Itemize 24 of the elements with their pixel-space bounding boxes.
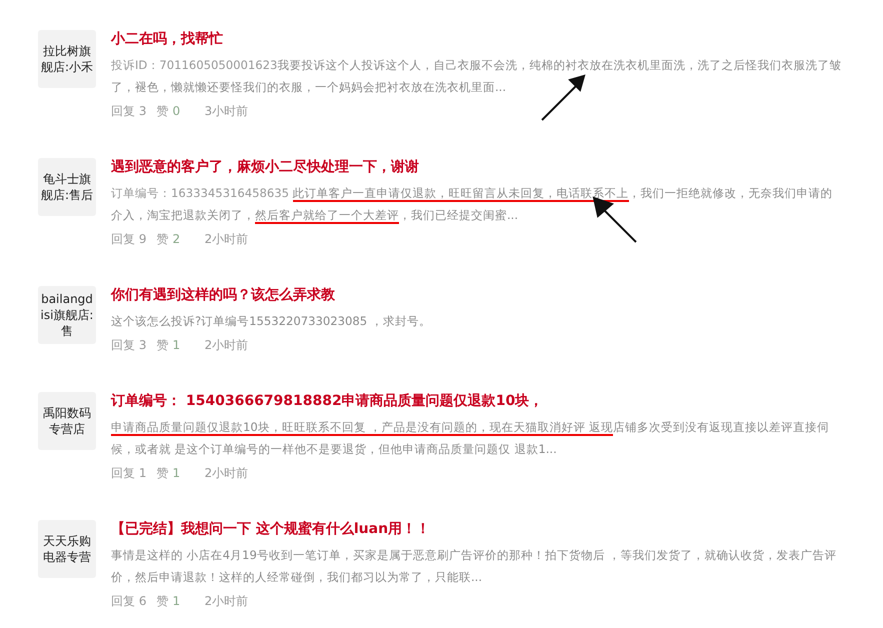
post-time: 2小时前 xyxy=(204,231,248,248)
post-time: 2小时前 xyxy=(204,337,248,354)
post-excerpt: 这个该怎么投诉?订单编号1553220733023085 ，求封号。 xyxy=(111,313,432,330)
post-time: 3小时前 xyxy=(204,103,248,120)
shop-avatar[interactable]: bailangdisi旗舰店:售 xyxy=(38,286,96,344)
post-excerpt: 投诉ID：7011605050001623我要投诉这个人投诉这个人，自己衣服不会洗，纯棉的衬衣放在洗衣机里面洗，洗了之后怪我们衣服洗了皱了，褪色，懒就懒还要怪我们的衣服，一个妈妈会把衬衣放在洗衣机里面... xyxy=(111,57,842,96)
post-title[interactable]: 【已完结】我想问一下 这个规蜜有什么luan用！！ xyxy=(111,518,843,540)
like-count: 1 xyxy=(172,465,182,482)
post-time: 2小时前 xyxy=(204,465,248,482)
like-count: 1 xyxy=(172,337,182,354)
like-count: 1 xyxy=(172,593,182,610)
like-count: 2 xyxy=(172,231,182,248)
post-excerpt: 申请商品质量问题仅退款10块，旺旺联系不回复 ，产品是没有问题的，现在天猫取消好评 返现店铺多次受到没有返现直接以差评直接伺候，或者就 是这个订单编号的一样他不是要退货，但他申请商品质量问题仅 退款1... xyxy=(111,419,830,458)
post-time: 2小时前 xyxy=(204,593,248,610)
shop-avatar[interactable]: 禹阳数码专营店 xyxy=(38,392,96,450)
post-title[interactable]: 订单编号： 1540366679818882申请商品质量问题仅退款10块， xyxy=(111,390,843,412)
post-title[interactable]: 你们有遇到这样的吗？该怎么弄求教 xyxy=(111,284,843,306)
shop-avatar[interactable]: 龟斗士旗舰店:售后 xyxy=(38,158,96,216)
shop-avatar[interactable]: 天天乐购电器专营 xyxy=(38,520,96,578)
shop-avatar[interactable]: 拉比树旗舰店:小禾 xyxy=(38,30,96,88)
like-count: 0 xyxy=(172,103,182,120)
post-title[interactable]: 小二在吗，找帮忙 xyxy=(111,28,843,50)
post-excerpt: 事情是这样的 小店在4月19号收到一笔订单，买家是属于恶意刷广告评价的那种！拍下货物后 ，等我们发货了，就确认收货，发表广告评价，然后申请退款！这样的人经常碰倒，我们都习以为常了，只能联... xyxy=(111,547,838,586)
post-title[interactable]: 遇到恶意的客户了，麻烦小二尽快处理一下，谢谢 xyxy=(111,156,843,178)
